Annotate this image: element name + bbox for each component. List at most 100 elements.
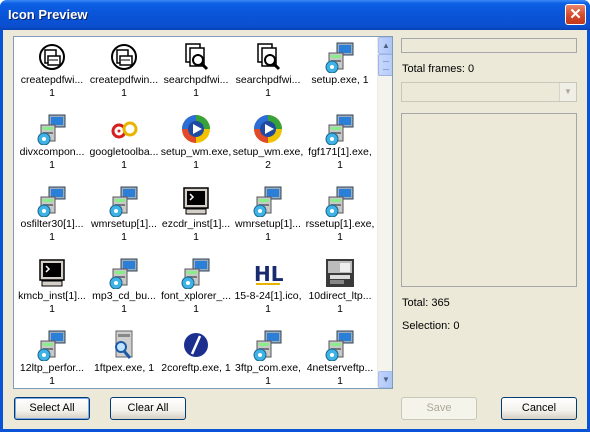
- cancel-button[interactable]: Cancel: [501, 397, 577, 420]
- icon-item-label: kmcb_inst[1]...: [18, 290, 86, 302]
- icon-list-item[interactable]: searchpdfwi... 1: [160, 39, 232, 111]
- installer-icon: [108, 257, 140, 290]
- icon-list[interactable]: createpdfwi... 1 createpdfwin... 1 searchpdf…: [13, 36, 393, 389]
- icon-item-index: 1: [265, 87, 271, 99]
- icon-item-label: mp3_cd_bu...: [92, 290, 156, 302]
- icon-list-item[interactable]: searchpdfwi... 1: [232, 39, 304, 111]
- icon-item-index: 1: [193, 159, 199, 171]
- svg-text:HL: HL: [254, 262, 284, 286]
- icon-item-label: fgf171[1].exe,: [308, 146, 372, 158]
- icon-item-index: 1: [49, 159, 55, 171]
- ftp-search-icon: [108, 329, 140, 361]
- scroll-thumb[interactable]: [378, 54, 392, 76]
- close-button[interactable]: ✕: [565, 4, 586, 25]
- chevron-down-icon[interactable]: ▼: [559, 83, 576, 101]
- icon-list-item[interactable]: wmrsetup[1]... 1: [88, 183, 160, 255]
- icon-item-label: font_xplorer_...: [160, 290, 232, 302]
- media-player-icon: [252, 113, 284, 145]
- icon-list-item[interactable]: createpdfwi... 1: [16, 39, 88, 111]
- icon-list-item[interactable]: 10direct_ltp... 1: [304, 255, 376, 327]
- total-frames-label: Total frames: 0: [402, 63, 475, 75]
- icon-item-index: 1: [337, 231, 343, 243]
- installer-icon: [108, 185, 140, 218]
- icon-list-item[interactable]: createpdfwin... 1: [88, 39, 160, 111]
- icon-item-label: divxcompon...: [19, 146, 85, 158]
- icon-list-item[interactable]: setup.exe, 1: [304, 39, 376, 111]
- icon-item-index: 1: [193, 303, 199, 315]
- scroll-up-button[interactable]: ▲: [378, 37, 392, 54]
- icon-item-index: 1: [121, 231, 127, 243]
- clear-all-button[interactable]: Clear All: [110, 397, 186, 420]
- icon-item-index: 1: [265, 303, 271, 315]
- icon-item-label: searchpdfwi...: [235, 74, 301, 86]
- installer-icon: [252, 185, 284, 218]
- scroll-down-button[interactable]: ▼: [378, 371, 392, 388]
- icon-item-index: 1: [193, 231, 199, 243]
- icon-item-index: 1: [49, 87, 55, 99]
- vertical-scrollbar[interactable]: ▲ ▼: [377, 37, 392, 388]
- icon-list-item[interactable]: 3ftp_com.exe, 1: [232, 327, 304, 388]
- hl-logo-icon: HL: [252, 257, 284, 289]
- icon-list-item[interactable]: 1ftpex.exe, 1: [88, 327, 160, 388]
- icon-list-item[interactable]: 4netserveftp... 1: [304, 327, 376, 388]
- installer-icon: [36, 113, 68, 146]
- progress-bar: [401, 38, 577, 53]
- icon-list-item[interactable]: osfilter30[1]... 1: [16, 183, 88, 255]
- pdf-printer-icon: [108, 41, 140, 73]
- icon-item-label: 15-8-24[1].ico,: [234, 290, 302, 302]
- icon-item-label: wmrsetup[1]...: [235, 218, 301, 230]
- icon-item-label: searchpdfwi...: [163, 74, 229, 86]
- icon-list-item[interactable]: fgf171[1].exe, 1: [304, 111, 376, 183]
- pdf-search-icon: [252, 41, 284, 73]
- save-button: Save: [401, 397, 477, 420]
- icon-list-item[interactable]: HL 15-8-24[1].ico, 1: [232, 255, 304, 327]
- icon-item-index: 1: [121, 303, 127, 315]
- icon-item-label: 12ltp_perfor...: [19, 362, 85, 374]
- select-all-button[interactable]: Select All: [14, 397, 90, 420]
- icon-list-item[interactable]: mp3_cd_bu... 1: [88, 255, 160, 327]
- icon-item-index: 1: [49, 231, 55, 243]
- icon-list-item[interactable]: kmcb_inst[1]... 1: [16, 255, 88, 327]
- icon-list-item[interactable]: setup_wm.exe, 2: [232, 111, 304, 183]
- icon-item-label: osfilter30[1]...: [20, 218, 84, 230]
- window-title: Icon Preview: [8, 7, 88, 22]
- icon-item-label: 10direct_ltp...: [308, 290, 372, 302]
- icon-item-index: 1: [193, 87, 199, 99]
- icon-item-index: 1: [49, 375, 55, 387]
- icon-item-label: 1ftpex.exe, 1: [93, 362, 155, 374]
- terminal-icon: [36, 257, 68, 289]
- icon-list-item[interactable]: 2coreftp.exe, 1: [160, 327, 232, 388]
- icon-item-label: setup.exe, 1: [311, 74, 369, 86]
- installer-icon: [324, 113, 356, 146]
- icon-list-item[interactable]: divxcompon... 1: [16, 111, 88, 183]
- icon-item-index: 1: [337, 303, 343, 315]
- icon-item-label: 3ftp_com.exe,: [235, 362, 301, 374]
- installer-icon: [180, 257, 212, 290]
- icon-list-item[interactable]: 12ltp_perfor... 1: [16, 327, 88, 388]
- icon-list-item[interactable]: wmrsetup[1]... 1: [232, 183, 304, 255]
- icon-list-item[interactable]: font_xplorer_... 1: [160, 255, 232, 327]
- icon-item-index: 1: [121, 159, 127, 171]
- icon-item-index: 1: [337, 159, 343, 171]
- icon-item-label: 4netserveftp...: [306, 362, 374, 374]
- icon-list-item[interactable]: googletoolba... 1: [88, 111, 160, 183]
- installer-icon: [252, 329, 284, 362]
- icon-list-item[interactable]: rssetup[1].exe, 1: [304, 183, 376, 255]
- icon-item-label: createpdfwi...: [20, 74, 84, 86]
- selection-count-label: Selection: 0: [402, 320, 460, 332]
- icon-list-item[interactable]: ezcdr_inst[1]... 1: [160, 183, 232, 255]
- icon-item-index: 1: [265, 231, 271, 243]
- title-bar[interactable]: Icon Preview ✕: [0, 0, 590, 30]
- dialog-window: Icon Preview ✕ createpdfwi... 1 createpdfw…: [0, 0, 590, 432]
- icon-item-label: 2coreftp.exe, 1: [161, 362, 231, 374]
- installer-icon: [324, 329, 356, 362]
- total-count-label: Total: 365: [402, 297, 450, 309]
- icon-list-item[interactable]: setup_wm.exe, 1: [160, 111, 232, 183]
- frames-dropdown[interactable]: ▼: [401, 82, 577, 102]
- icon-item-index: 2: [265, 159, 271, 171]
- icon-item-index: 1: [337, 375, 343, 387]
- icon-preview-pane: [401, 113, 577, 287]
- pdf-printer-icon: [36, 41, 68, 73]
- coreftp-icon: [180, 329, 212, 361]
- dialog-body: createpdfwi... 1 createpdfwin... 1 searchpdf…: [3, 30, 587, 429]
